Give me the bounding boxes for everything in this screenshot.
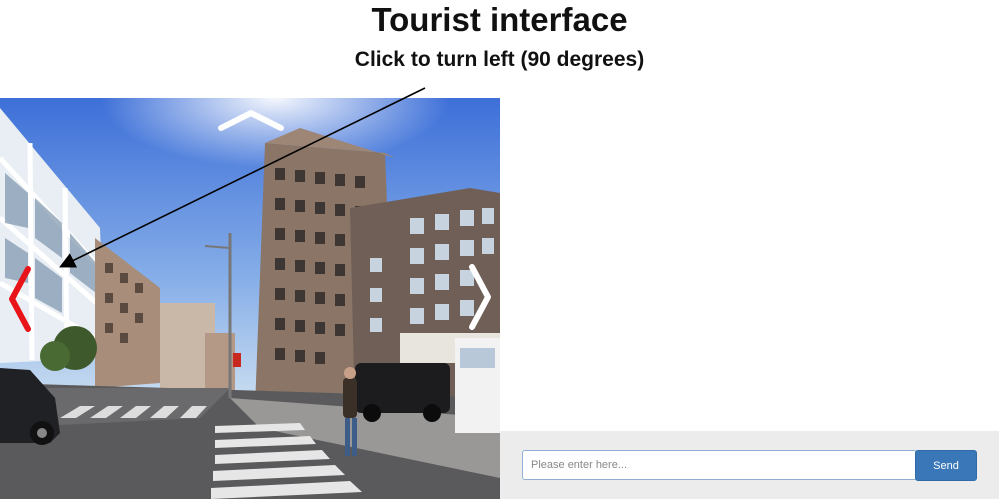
street-view-panorama[interactable] xyxy=(0,98,500,499)
turn-left-arrow-icon[interactable] xyxy=(6,266,34,332)
forward-arrow-icon[interactable] xyxy=(218,108,284,132)
page-title: Tourist interface xyxy=(371,1,628,38)
street-scene-image xyxy=(0,98,500,499)
message-input[interactable] xyxy=(522,450,917,480)
chat-bar: Send xyxy=(500,431,999,499)
instruction-text: Click to turn left (90 degrees) xyxy=(354,48,645,71)
turn-right-arrow-icon[interactable] xyxy=(466,264,494,330)
blank-panel xyxy=(500,98,999,430)
send-button[interactable]: Send xyxy=(915,450,977,481)
